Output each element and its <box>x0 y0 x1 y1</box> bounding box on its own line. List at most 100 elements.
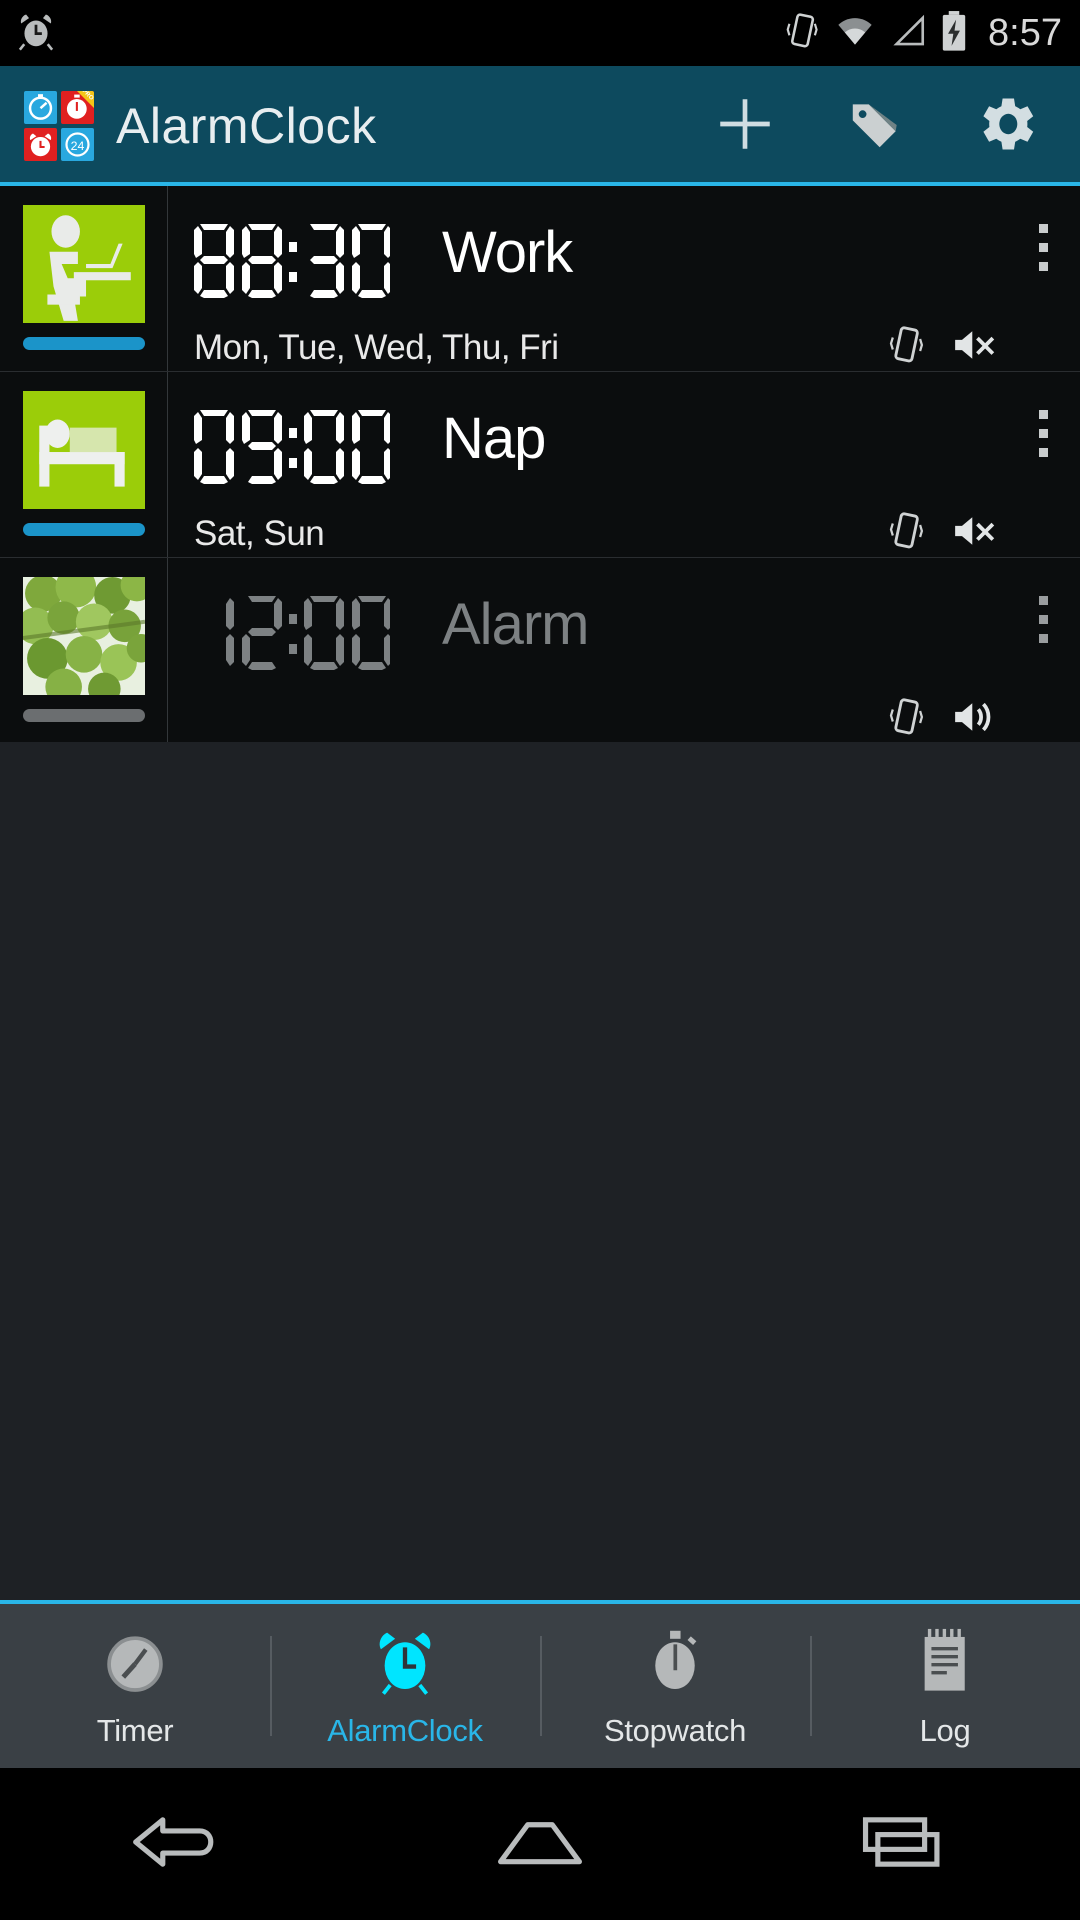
lcd-time-1 <box>194 406 390 488</box>
overflow-menu-icon <box>1039 243 1048 252</box>
recents-button[interactable] <box>800 1768 1000 1920</box>
back-arrow-icon <box>125 1810 235 1879</box>
status-bar-left <box>14 9 58 58</box>
settings-button[interactable] <box>940 66 1070 186</box>
tab-alarmclock-label: AlarmClock <box>327 1713 482 1749</box>
tab-timer-label: Timer <box>97 1713 174 1749</box>
overflow-menu-icon <box>1039 634 1048 643</box>
logo-cell-24h: 24 <box>61 128 94 161</box>
overflow-menu-icon <box>1039 596 1048 605</box>
logo-cell-alarm <box>24 128 57 161</box>
status-bar-right: 8:57 <box>784 10 1062 57</box>
bottom-tab-bar: Timer AlarmClock <box>0 1600 1080 1768</box>
alarm-row[interactable]: Work Mon, Tue, Wed, Thu, Fri <box>0 186 1080 372</box>
alarm-enabled-toggle[interactable] <box>23 709 145 722</box>
tab-alarmclock[interactable]: AlarmClock <box>270 1604 540 1768</box>
app-screen: 8:57 PRO <box>0 0 1080 1920</box>
tab-log[interactable]: Log <box>810 1604 1080 1768</box>
overflow-menu-icon <box>1039 429 1048 438</box>
label-button[interactable] <box>810 66 940 186</box>
timer-icon <box>98 1624 172 1703</box>
tab-stopwatch[interactable]: Stopwatch <box>540 1604 810 1768</box>
alarm-overflow-menu-button[interactable] <box>1006 208 1080 318</box>
status-bar: 8:57 <box>0 0 1080 66</box>
tab-stopwatch-label: Stopwatch <box>604 1713 746 1749</box>
add-alarm-button[interactable] <box>680 66 810 186</box>
recents-icon <box>845 1810 955 1879</box>
empty-list-area <box>0 742 1080 1600</box>
alarm-time-row: Work <box>194 186 1054 302</box>
home-icon <box>485 1810 595 1879</box>
battery-charging-icon <box>940 10 968 57</box>
svg-text:24: 24 <box>71 139 85 153</box>
alarm-enabled-toggle[interactable] <box>23 337 145 350</box>
plus-icon <box>712 91 778 162</box>
alarm-row[interactable]: Nap Sat, Sun <box>0 372 1080 558</box>
alarm-time <box>194 592 390 674</box>
alarm-thumbnail-column[interactable] <box>0 186 168 371</box>
alarm-status-icons <box>886 324 1044 371</box>
vibrate-icon <box>886 510 926 557</box>
app-logo-icon: PRO 24 <box>24 91 94 161</box>
gear-icon <box>969 88 1041 165</box>
logo-cell-timer <box>24 91 57 124</box>
alarm-label: Nap <box>442 410 545 468</box>
lcd-time-0 <box>194 220 390 302</box>
alarm-subrow: Mon, Tue, Wed, Thu, Fri <box>194 324 1054 371</box>
alarm-days: Mon, Tue, Wed, Thu, Fri <box>194 328 559 368</box>
wifi-icon <box>834 14 876 53</box>
notepad-icon <box>908 1624 982 1703</box>
alarm-days: Sat, Sun <box>194 514 324 554</box>
alarm-time <box>194 220 390 302</box>
action-bar: PRO 24 AlarmClock <box>0 66 1080 186</box>
alarm-content[interactable]: Nap Sat, Sun <box>168 372 1080 557</box>
alarm-time <box>194 406 390 488</box>
alarm-overflow-menu-button[interactable] <box>1006 394 1080 504</box>
alarm-status-icons <box>886 696 1044 743</box>
volume-on-icon <box>950 696 998 743</box>
vibrate-icon <box>886 696 926 743</box>
alarm-overflow-menu-button[interactable] <box>1006 580 1080 690</box>
alarm-list: Work Mon, Tue, Wed, Thu, Fri <box>0 186 1080 744</box>
alarm-subrow: Sat, Sun <box>194 510 1054 557</box>
logo-cell-stopwatch-pro: PRO <box>61 91 94 124</box>
volume-muted-icon <box>950 510 998 557</box>
alarm-row[interactable]: Alarm <box>0 558 1080 744</box>
status-bar-clock: 8:57 <box>988 12 1062 55</box>
alarm-enabled-toggle[interactable] <box>23 523 145 536</box>
app-title: AlarmClock <box>116 97 377 155</box>
volume-muted-icon <box>950 324 998 371</box>
alarm-status-icons <box>886 510 1044 557</box>
tab-timer[interactable]: Timer <box>0 1604 270 1768</box>
grapes-photo <box>23 577 145 695</box>
alarm-time-row: Nap <box>194 372 1054 488</box>
alarm-label: Work <box>442 224 572 282</box>
stopwatch-icon <box>638 1624 712 1703</box>
overflow-menu-icon <box>1039 615 1048 624</box>
overflow-menu-icon <box>1039 262 1048 271</box>
lcd-time-2 <box>194 592 390 674</box>
alarm-clock-icon <box>368 1624 442 1703</box>
tag-icon <box>844 93 906 160</box>
back-button[interactable] <box>80 1768 280 1920</box>
overflow-menu-icon <box>1039 224 1048 233</box>
tab-log-label: Log <box>920 1713 971 1749</box>
overflow-menu-icon <box>1039 410 1048 419</box>
vibrate-icon <box>886 324 926 371</box>
alarm-content[interactable]: Alarm <box>168 558 1080 743</box>
cell-signal-icon <box>890 14 926 53</box>
alarm-label: Alarm <box>442 596 588 654</box>
action-bar-actions <box>680 66 1070 186</box>
android-nav-bar <box>0 1768 1080 1920</box>
alarm-content[interactable]: Work Mon, Tue, Wed, Thu, Fri <box>168 186 1080 371</box>
overflow-menu-icon <box>1039 448 1048 457</box>
vibrate-icon <box>784 11 820 56</box>
alarm-subrow <box>194 696 1054 743</box>
home-button[interactable] <box>440 1768 640 1920</box>
alarm-thumbnail-column[interactable] <box>0 558 168 743</box>
alarm-time-row: Alarm <box>194 558 1054 674</box>
alarm-set-icon <box>14 9 58 58</box>
bed-icon <box>23 391 145 509</box>
alarm-thumbnail-column[interactable] <box>0 372 168 557</box>
person-at-desk-icon <box>23 205 145 323</box>
